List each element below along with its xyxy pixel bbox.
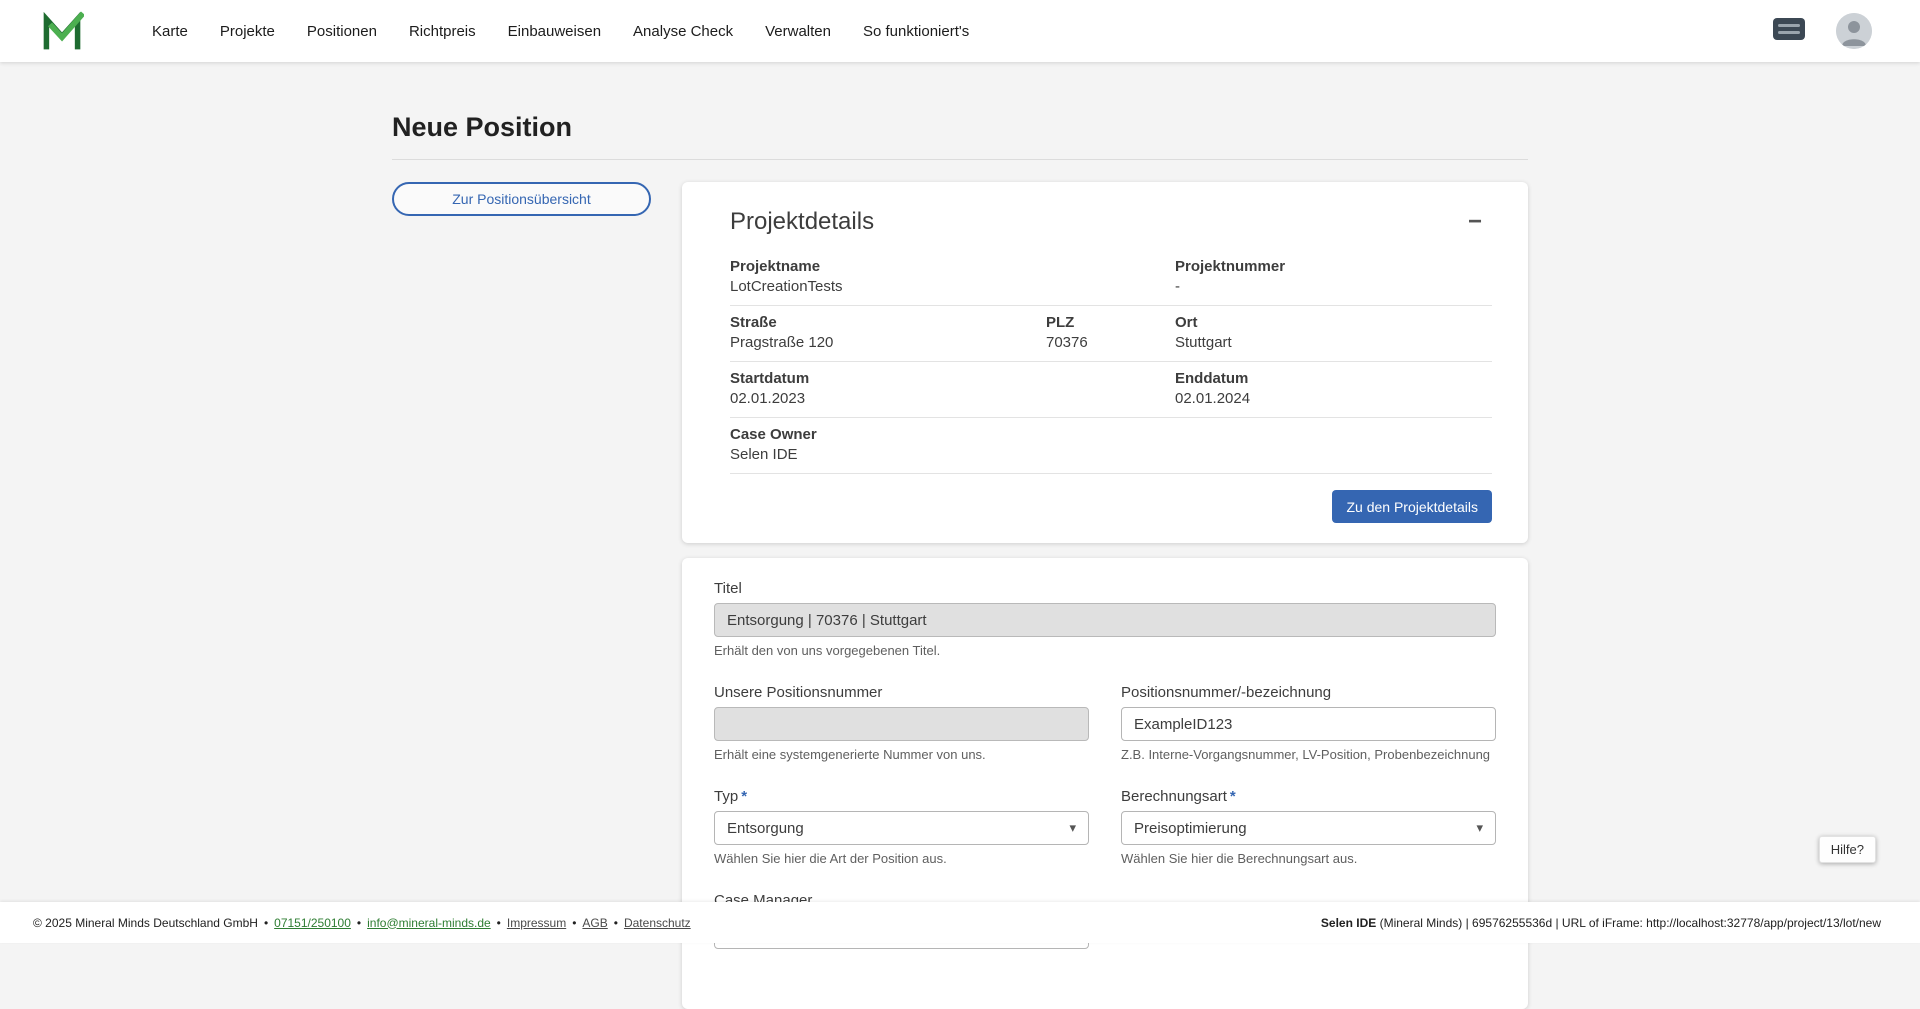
copyright-text: © 2025 Mineral Minds Deutschland GmbH	[33, 916, 258, 930]
field-label: Enddatum	[1175, 370, 1492, 387]
nav-item-einbauweisen[interactable]: Einbauweisen	[492, 13, 617, 50]
footer: © 2025 Mineral Minds Deutschland GmbH • …	[0, 902, 1920, 943]
positionsnummer-label: Positionsnummer/-bezeichnung	[1121, 684, 1496, 701]
chevron-down-icon: ▾	[1476, 820, 1483, 836]
titel-label: Titel	[714, 580, 1496, 597]
field-value: LotCreationTests	[730, 278, 1046, 296]
field-label: Projektnummer	[1175, 258, 1492, 275]
datenschutz-link[interactable]: Datenschutz	[624, 916, 691, 930]
server-icon[interactable]	[1772, 16, 1806, 47]
field-label: Projektname	[730, 258, 1046, 275]
field-label: Straße	[730, 314, 1046, 331]
typ-helper: Wählen Sie hier die Art der Position aus…	[714, 851, 1089, 866]
separator-dot: •	[572, 916, 576, 930]
session-user-name: Selen IDE	[1321, 916, 1376, 930]
separator-dot: •	[264, 916, 268, 930]
field-value: -	[1175, 278, 1492, 296]
unsere-positionsnummer-input	[714, 707, 1089, 741]
field-case-owner: Case Owner Selen IDE	[730, 426, 1046, 464]
main-content: Neue Position Zur Positionsübersicht Pro…	[392, 62, 1528, 1009]
phone-link[interactable]: 07151/250100	[274, 916, 351, 930]
collapse-icon[interactable]: −	[1458, 208, 1492, 236]
session-info: Selen IDE (Mineral Minds) | 69576255536d…	[1321, 916, 1881, 930]
field-enddatum: Enddatum 02.01.2024	[1175, 370, 1492, 408]
field-value: 02.01.2024	[1175, 390, 1492, 408]
navbar-right	[1772, 13, 1872, 49]
field-label: Case Owner	[730, 426, 1046, 443]
agb-link[interactable]: AGB	[582, 916, 607, 930]
project-details-table: Projektname LotCreationTests Projektnumm…	[730, 250, 1492, 474]
field-value: 02.01.2023	[730, 390, 1046, 408]
unsere-positionsnummer-group: Unsere Positionsnummer Erhält eine syste…	[714, 684, 1089, 762]
title-divider	[392, 159, 1528, 160]
positionsnummer-group: Positionsnummer/-bezeichnung Z.B. Intern…	[1121, 684, 1496, 762]
impressum-link[interactable]: Impressum	[507, 916, 566, 930]
footer-links: © 2025 Mineral Minds Deutschland GmbH • …	[33, 916, 691, 930]
table-row: Case Owner Selen IDE	[730, 418, 1492, 474]
typ-selected-value: Entsorgung	[727, 820, 804, 837]
field-value: Stuttgart	[1175, 334, 1492, 352]
nav-item-projekte[interactable]: Projekte	[204, 13, 291, 50]
field-value: Pragstraße 120	[730, 334, 1046, 352]
field-label: Startdatum	[730, 370, 1046, 387]
separator-dot: •	[614, 916, 618, 930]
field-startdatum: Startdatum 02.01.2023	[730, 370, 1046, 408]
field-ort: Ort Stuttgart	[1175, 314, 1492, 352]
berechnungsart-label: Berechnungsart*	[1121, 788, 1496, 805]
field-value: 70376	[1046, 334, 1175, 352]
session-user-details: (Mineral Minds) | 69576255536d | URL of …	[1380, 916, 1881, 930]
unsere-positionsnummer-helper: Erhält eine systemgenerierte Nummer von …	[714, 747, 1089, 762]
positionsnummer-helper: Z.B. Interne-Vorgangsnummer, LV-Position…	[1121, 747, 1496, 762]
titel-helper-text: Erhält den von uns vorgegebenen Titel.	[714, 643, 1496, 658]
email-link[interactable]: info@mineral-minds.de	[367, 916, 491, 930]
table-row: Projektname LotCreationTests Projektnumm…	[730, 250, 1492, 306]
field-strasse: Straße Pragstraße 120	[730, 314, 1046, 352]
chevron-down-icon: ▾	[1069, 820, 1076, 836]
berechnungsart-group: Berechnungsart* Preisoptimierung ▾ Wähle…	[1121, 788, 1496, 866]
separator-dot: •	[357, 916, 361, 930]
project-details-title: Projektdetails	[730, 208, 874, 236]
titel-field-group: Titel Erhält den von uns vorgegebenen Ti…	[714, 580, 1496, 658]
project-details-card: Projektdetails − Projektname LotCreation…	[682, 182, 1528, 543]
right-column: Projektdetails − Projektname LotCreation…	[682, 182, 1528, 1009]
unsere-positionsnummer-label: Unsere Positionsnummer	[714, 684, 1089, 701]
user-avatar-icon[interactable]	[1836, 13, 1872, 49]
titel-input	[714, 603, 1496, 637]
typ-group: Typ* Entsorgung ▾ Wählen Sie hier die Ar…	[714, 788, 1089, 866]
typ-select[interactable]: Entsorgung ▾	[714, 811, 1089, 845]
field-label: PLZ	[1046, 314, 1175, 331]
nav-item-verwalten[interactable]: Verwalten	[749, 13, 847, 50]
berechnungsart-select[interactable]: Preisoptimierung ▾	[1121, 811, 1496, 845]
main-navigation: Karte Projekte Positionen Richtpreis Ein…	[136, 13, 985, 50]
mineral-minds-logo[interactable]	[40, 9, 84, 53]
nav-item-positionen[interactable]: Positionen	[291, 13, 393, 50]
positionsnummer-input[interactable]	[1121, 707, 1496, 741]
typ-label: Typ*	[714, 788, 1089, 805]
field-projektname: Projektname LotCreationTests	[730, 258, 1046, 296]
help-button[interactable]: Hilfe?	[1819, 836, 1876, 863]
nav-item-richtpreis[interactable]: Richtpreis	[393, 13, 492, 50]
field-label: Ort	[1175, 314, 1492, 331]
berechnungsart-selected-value: Preisoptimierung	[1134, 820, 1247, 837]
table-row: Startdatum 02.01.2023 Enddatum 02.01.202…	[730, 362, 1492, 418]
berechnungsart-helper: Wählen Sie hier die Berechnungsart aus.	[1121, 851, 1496, 866]
field-projektnummer: Projektnummer -	[1175, 258, 1492, 296]
required-asterisk: *	[1230, 788, 1236, 805]
goto-project-details-button[interactable]: Zu den Projektdetails	[1332, 490, 1492, 523]
table-row: Straße Pragstraße 120 PLZ 70376 Ort Stut…	[730, 306, 1492, 362]
nav-item-so-funktionierts[interactable]: So funktioniert's	[847, 13, 985, 50]
back-to-positions-button[interactable]: Zur Positionsübersicht	[392, 182, 651, 216]
page-title: Neue Position	[392, 112, 1528, 143]
top-navbar: Karte Projekte Positionen Richtpreis Ein…	[0, 0, 1920, 62]
separator-dot: •	[497, 916, 501, 930]
field-plz: PLZ 70376	[1046, 314, 1175, 352]
field-value: Selen IDE	[730, 446, 1046, 464]
required-asterisk: *	[741, 788, 747, 805]
nav-item-karte[interactable]: Karte	[136, 13, 204, 50]
left-column: Zur Positionsübersicht	[392, 182, 651, 216]
nav-item-analyse-check[interactable]: Analyse Check	[617, 13, 749, 50]
